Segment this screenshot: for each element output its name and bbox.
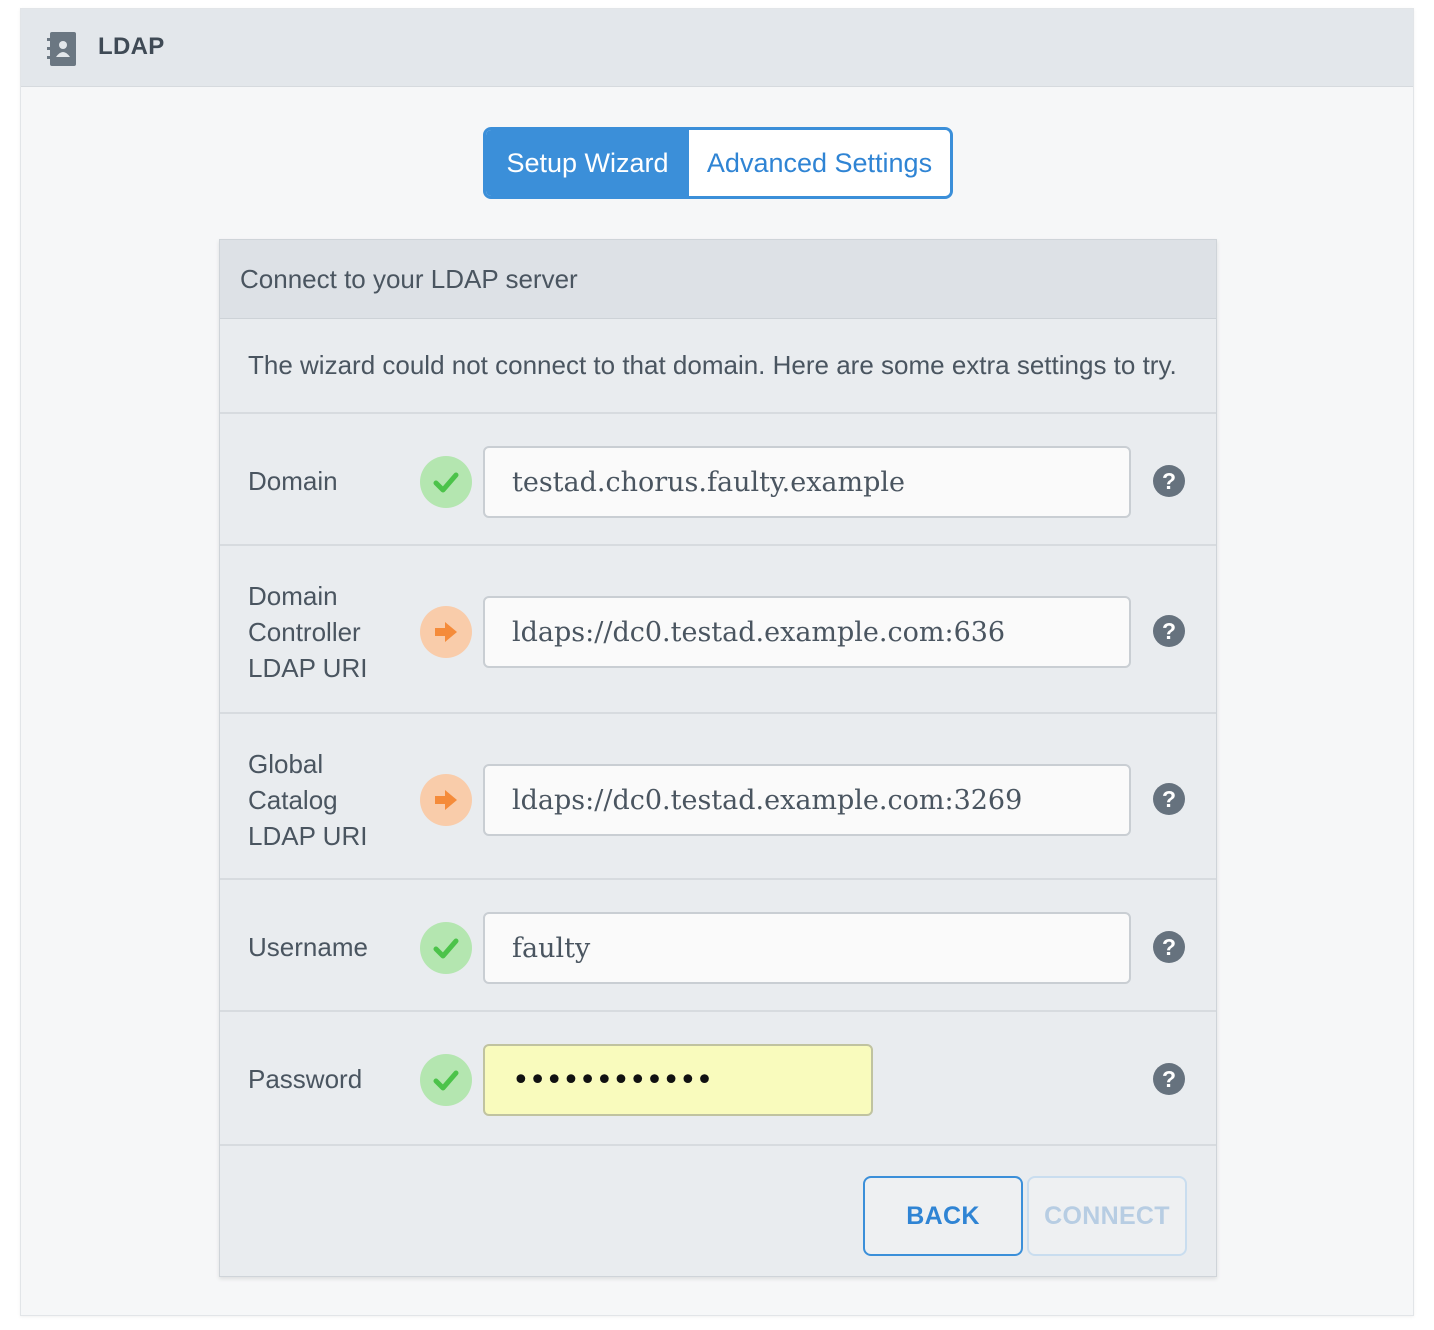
gc-uri-row: Global Catalog LDAP URI ldaps://dc0.test… bbox=[220, 716, 1216, 880]
password-input[interactable]: •••••••••••• bbox=[483, 1044, 873, 1116]
gc-uri-input[interactable]: ldaps://dc0.testad.example.com:3269 bbox=[483, 764, 1131, 836]
username-status-ok bbox=[420, 922, 472, 974]
address-book-icon bbox=[47, 32, 76, 66]
help-icon[interactable]: ? bbox=[1152, 1062, 1186, 1096]
svg-text:?: ? bbox=[1162, 468, 1176, 494]
help-icon[interactable]: ? bbox=[1152, 614, 1186, 648]
tab-setup-wizard[interactable]: Setup Wizard bbox=[486, 130, 689, 196]
panel-footer: BACK CONNECT bbox=[220, 1146, 1216, 1278]
password-status-ok bbox=[420, 1054, 472, 1106]
back-button[interactable]: BACK bbox=[863, 1176, 1023, 1256]
help-icon[interactable]: ? bbox=[1152, 464, 1186, 498]
dc-uri-status-warn bbox=[420, 606, 472, 658]
wizard-panel: Connect to your LDAP server The wizard c… bbox=[219, 239, 1217, 1277]
arrow-right-icon bbox=[435, 790, 457, 810]
password-row: Password •••••••••••• ? bbox=[220, 1014, 1216, 1146]
domain-label: Domain bbox=[248, 466, 338, 496]
help-icon[interactable]: ? bbox=[1152, 782, 1186, 816]
dc-uri-input[interactable]: ldaps://dc0.testad.example.com:636 bbox=[483, 596, 1131, 668]
arrow-right-icon bbox=[435, 622, 457, 642]
svg-text:?: ? bbox=[1162, 934, 1176, 960]
tab-advanced-settings[interactable]: Advanced Settings bbox=[689, 130, 950, 196]
check-icon bbox=[433, 472, 459, 493]
password-label: Password bbox=[248, 1064, 363, 1094]
panel-header: Connect to your LDAP server bbox=[220, 240, 1216, 319]
domain-status-ok bbox=[420, 456, 472, 508]
check-icon bbox=[433, 1070, 459, 1091]
svg-text:?: ? bbox=[1162, 1066, 1176, 1092]
username-row: Username faulty ? bbox=[220, 882, 1216, 1012]
dc-uri-row: Domain Controller LDAP URI ldaps://dc0.t… bbox=[220, 548, 1216, 714]
help-icon[interactable]: ? bbox=[1152, 930, 1186, 964]
check-icon bbox=[433, 938, 459, 959]
username-input[interactable]: faulty bbox=[483, 912, 1131, 984]
page-title: LDAP bbox=[98, 33, 165, 60]
mode-toggle: Setup Wizard Advanced Settings bbox=[483, 127, 953, 199]
error-message: The wizard could not connect to that dom… bbox=[220, 320, 1216, 414]
gc-uri-label: Global Catalog LDAP URI bbox=[248, 749, 368, 851]
domain-row: Domain testad.chorus.faulty.example ? bbox=[220, 416, 1216, 546]
username-label: Username bbox=[248, 932, 368, 962]
dc-uri-label: Domain Controller LDAP URI bbox=[248, 581, 368, 683]
card-header: LDAP bbox=[21, 9, 1413, 87]
domain-input[interactable]: testad.chorus.faulty.example bbox=[483, 446, 1131, 518]
error-message-text: The wizard could not connect to that dom… bbox=[248, 350, 1177, 380]
svg-text:?: ? bbox=[1162, 786, 1176, 812]
ldap-settings-card: LDAP Setup Wizard Advanced Settings Conn… bbox=[20, 8, 1414, 1316]
gc-uri-status-warn bbox=[420, 774, 472, 826]
connect-button[interactable]: CONNECT bbox=[1027, 1176, 1187, 1256]
svg-text:?: ? bbox=[1162, 618, 1176, 644]
panel-title: Connect to your LDAP server bbox=[240, 264, 578, 294]
